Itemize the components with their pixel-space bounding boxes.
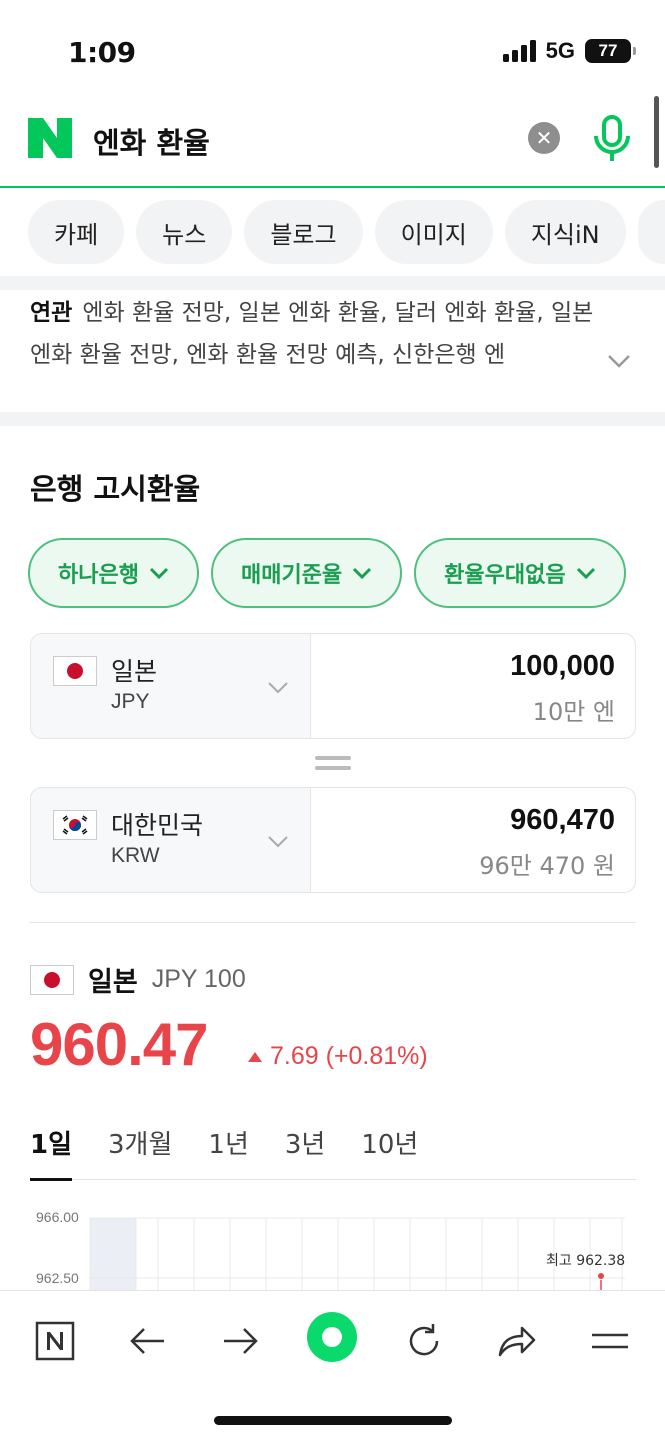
filter-chips: 하나은행 매매기준율 환율우대없음: [28, 538, 626, 608]
rate-chart[interactable]: 966.00 962.50 최고 962.38: [0, 1196, 665, 1292]
related-searches[interactable]: 연관 엔화 환율 전망, 일본 엔화 환율, 달러 엔화 환율, 일본 엔화 환율…: [30, 292, 640, 376]
rate-country: 일본: [88, 967, 138, 998]
korea-flag-icon: [53, 810, 97, 840]
search-query[interactable]: 엔화 환율: [93, 120, 210, 162]
chevron-down-icon: [353, 567, 372, 580]
from-amount-input[interactable]: 100,000 10만 엔: [311, 634, 635, 738]
back-icon[interactable]: [120, 1313, 176, 1369]
related-label: 연관: [30, 300, 73, 326]
related-text[interactable]: 엔화 환율 전망, 일본 엔화 환율, 달러 엔화 환율, 일본 엔화 환율 전…: [30, 300, 593, 368]
section-divider: [0, 412, 665, 426]
cellular-signal-icon: [502, 40, 536, 62]
to-amount-input[interactable]: 960,470 96만 470 원: [311, 788, 635, 892]
period-10y[interactable]: 10년: [361, 1120, 418, 1180]
from-currency-select[interactable]: 일본 JPY: [31, 634, 311, 738]
bank-filter[interactable]: 하나은행: [28, 538, 199, 608]
to-currency-select[interactable]: 대한민국 KRW: [31, 788, 311, 892]
rate-type-filter[interactable]: 매매기준율: [210, 538, 403, 608]
tab-knowledge[interactable]: 지식iN: [504, 200, 626, 264]
to-code: KRW: [111, 844, 160, 867]
from-amount-korean: 10만 엔: [532, 698, 615, 726]
period-tabs: 1일 3개월 1년 3년 10년: [30, 1120, 636, 1181]
clear-search-icon[interactable]: ✕: [528, 122, 560, 154]
from-code: JPY: [111, 690, 150, 713]
rate-header: 일본 JPY 100: [30, 960, 246, 999]
period-1d[interactable]: 1일: [30, 1120, 73, 1181]
status-time: 1:09: [68, 36, 136, 69]
menu-icon[interactable]: [582, 1313, 638, 1369]
from-amount: 100,000: [510, 650, 615, 682]
preference-filter[interactable]: 환율우대없음: [414, 538, 626, 608]
chevron-down-icon: [576, 567, 595, 580]
high-point-marker: [598, 1273, 604, 1279]
to-amount: 960,470: [510, 804, 615, 836]
status-bar: 1:09 5G 77: [0, 0, 665, 90]
section-divider: [0, 276, 665, 290]
scrollbar[interactable]: [654, 96, 659, 168]
japan-flag-icon: [53, 656, 97, 686]
home-indicator[interactable]: [214, 1416, 452, 1425]
microphone-icon[interactable]: [590, 114, 634, 164]
period-3m[interactable]: 3개월: [108, 1120, 172, 1180]
period-1y[interactable]: 1년: [208, 1120, 248, 1180]
network-type: 5G: [545, 38, 575, 63]
naver-logo-icon[interactable]: [28, 118, 72, 158]
to-amount-korean: 96만 470 원: [479, 852, 615, 880]
chevron-down-icon: [149, 567, 169, 580]
green-dot-icon[interactable]: [302, 1307, 362, 1367]
chevron-down-icon: [268, 682, 288, 694]
rate-value: 960.47: [30, 1011, 209, 1078]
tab-cafe[interactable]: 카페: [28, 200, 125, 264]
tab-more[interactable]: [637, 200, 665, 264]
tab-blog[interactable]: 블로그: [244, 200, 363, 264]
equals-icon: [315, 756, 351, 772]
search-bar: 엔화 환율 ✕: [0, 92, 665, 188]
chevron-down-icon[interactable]: [606, 348, 632, 374]
naver-home-icon[interactable]: [27, 1313, 83, 1369]
rate-change: 7.69 (+0.81%): [248, 1042, 428, 1071]
period-3y[interactable]: 3년: [285, 1120, 325, 1180]
y-axis-label: 966.00: [36, 1209, 79, 1225]
rate-unit: JPY 100: [151, 965, 246, 993]
up-triangle-icon: [248, 1051, 262, 1062]
y-axis-label: 962.50: [36, 1270, 79, 1286]
forward-icon[interactable]: [212, 1313, 268, 1369]
share-icon[interactable]: [489, 1313, 545, 1369]
to-country: 대한민국: [111, 811, 204, 840]
tab-image[interactable]: 이미지: [374, 200, 493, 264]
divider: [30, 922, 636, 923]
to-currency-row: 대한민국 KRW 960,470 96만 470 원: [30, 787, 636, 893]
chart-grid: [89, 1217, 625, 1292]
chevron-down-icon: [268, 836, 288, 848]
refresh-icon[interactable]: [396, 1313, 452, 1369]
search-category-tabs: 카페 뉴스 블로그 이미지 지식iN: [28, 200, 665, 264]
battery-icon: 77: [585, 39, 636, 63]
chart-high-label: 최고 962.38: [546, 1253, 626, 1269]
from-currency-row: 일본 JPY 100,000 10만 엔: [30, 633, 636, 739]
from-country: 일본: [111, 657, 158, 686]
japan-flag-icon: [30, 964, 74, 995]
tab-news[interactable]: 뉴스: [136, 200, 233, 264]
section-title: 은행 고시환율: [30, 472, 201, 506]
